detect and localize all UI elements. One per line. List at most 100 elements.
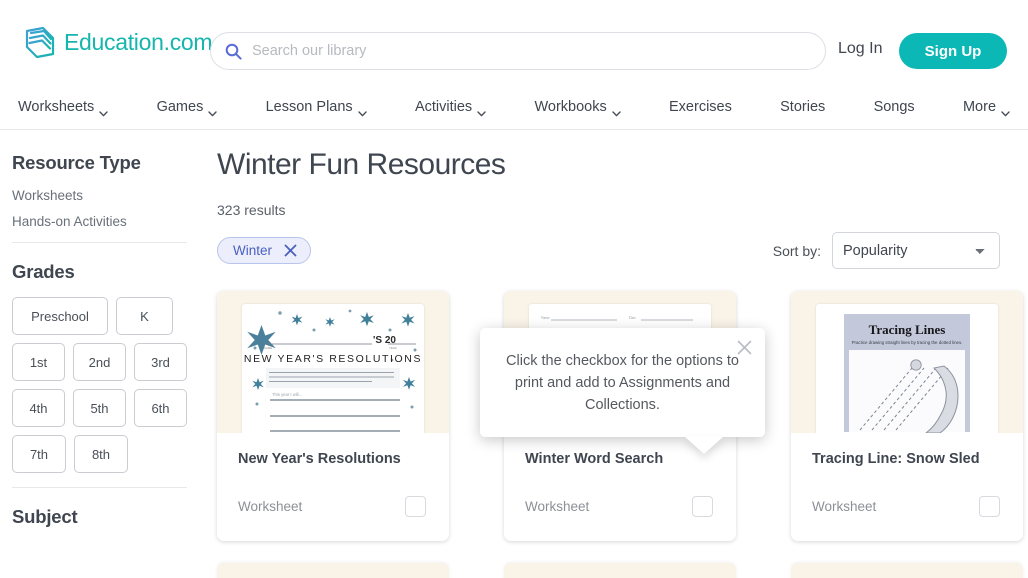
worksheet-preview-new-years: 'S 20 NAME YEAR NEW YEAR'S RESOLUTIONS T… <box>242 304 424 433</box>
checkbox-hint-tooltip: Click the checkbox for the options to pr… <box>480 328 765 454</box>
grade-filter-3rd[interactable]: 3rd <box>134 343 187 381</box>
search-icon <box>225 43 242 60</box>
card-body: Tracing Line: Snow Sled Worksheet <box>791 433 1023 541</box>
grade-filter-1st[interactable]: 1st <box>12 343 65 381</box>
sidebar-item-worksheets[interactable]: Worksheets <box>12 188 187 203</box>
nav-item-more[interactable]: More <box>962 98 1010 116</box>
nav-item-label: Lesson Plans <box>265 98 353 115</box>
result-card[interactable] <box>791 563 1023 578</box>
nav-item-label: Exercises <box>669 98 732 115</box>
grades-heading: Grades <box>12 261 75 282</box>
nav-item-label: Activities <box>414 98 473 115</box>
svg-text:Tracing Lines: Tracing Lines <box>869 322 946 337</box>
search-bar[interactable] <box>210 32 826 70</box>
card-footer: Worksheet <box>812 496 1002 518</box>
card-type-label: Worksheet <box>238 499 303 515</box>
close-icon[interactable] <box>284 244 297 257</box>
page-title: Winter Fun Resources <box>217 148 506 181</box>
signup-button[interactable]: Sign Up <box>899 33 1007 69</box>
site-header: Education.com Log In Sign Up <box>0 0 1028 84</box>
close-icon[interactable] <box>737 340 752 355</box>
result-card[interactable]: Tracing Lines Practice drawing straight … <box>791 291 1023 541</box>
tooltip-text: Click the checkbox for the options to pr… <box>506 353 739 414</box>
grade-row: 7th 8th <box>12 435 187 473</box>
grade-filter-8th[interactable]: 8th <box>74 435 128 473</box>
nav-item-workbooks[interactable]: Workbooks <box>534 98 621 116</box>
brand-name: Education.com <box>64 28 213 55</box>
nav-item-lesson-plans[interactable]: Lesson Plans <box>265 98 367 116</box>
grades-filter-group: Grades Preschool K 1st 2nd 3rd 4th 5th 6th 7th 8t… <box>12 261 187 473</box>
sort-control: Sort by: PopularityMost RecentA-ZRelevan… <box>773 232 1000 269</box>
login-link[interactable]: Log In <box>838 40 882 58</box>
card-checkbox[interactable] <box>692 496 713 518</box>
grade-filter-2nd[interactable]: 2nd <box>73 343 126 381</box>
sidebar-divider <box>12 242 187 243</box>
sidebar-divider-2 <box>12 487 187 488</box>
grade-filter-5th[interactable]: 5th <box>73 389 126 427</box>
grade-filter-6th[interactable]: 6th <box>134 389 187 427</box>
grade-filter-k[interactable]: K <box>116 297 173 335</box>
active-filter-chip-winter[interactable]: Winter <box>217 237 312 264</box>
card-title: Tracing Line: Snow Sled <box>812 451 980 467</box>
grade-filter-7th[interactable]: 7th <box>12 435 66 473</box>
active-filter-label: Winter <box>233 243 273 258</box>
site-logo[interactable]: Education.com <box>18 20 218 64</box>
svg-text:NEW YEAR'S RESOLUTIONS: NEW YEAR'S RESOLUTIONS <box>244 353 422 365</box>
chevron-down-icon <box>208 105 218 116</box>
sort-select[interactable]: PopularityMost RecentA-ZRelevance <box>832 232 1000 269</box>
card-type-label: Worksheet <box>525 499 590 515</box>
nav-item-worksheets[interactable]: Worksheets <box>18 98 108 116</box>
filter-and-sort-row: Winter Sort by: PopularityMost RecentA-Z… <box>217 232 1010 269</box>
card-type-label: Worksheet <box>812 499 877 515</box>
chevron-down-icon <box>612 105 621 116</box>
nav-item-songs[interactable]: Songs <box>874 99 915 115</box>
worksheet-preview-tracing-lines: Tracing Lines Practice drawing straight … <box>816 304 998 433</box>
results-main: Winter Fun Resources 323 results Winter … <box>205 130 1028 578</box>
nav-item-label: Stories <box>780 98 826 115</box>
resource-type-heading: Resource Type <box>12 152 141 173</box>
sidebar-item-hands-on-activities[interactable]: Hands-on Activities <box>12 214 187 229</box>
svg-text:'S 20: 'S 20 <box>373 335 396 346</box>
card-checkbox[interactable] <box>979 496 1000 518</box>
chevron-down-icon <box>99 105 108 116</box>
results-count: 323 results <box>217 202 286 218</box>
grade-filter-4th[interactable]: 4th <box>12 389 65 427</box>
card-thumbnail: Tracing Lines Practice drawing straight … <box>791 291 1023 433</box>
education-book-logo-icon <box>18 20 62 64</box>
svg-text:NAME: NAME <box>264 346 272 350</box>
grade-row: 4th 5th 6th <box>12 389 187 427</box>
card-checkbox[interactable] <box>405 496 426 518</box>
svg-text:This year I will...: This year I will... <box>272 392 302 397</box>
main-navigation: Worksheets Games Lesson Plans Activities Wor… <box>0 84 1028 130</box>
result-card[interactable] <box>504 563 736 578</box>
search-input[interactable] <box>252 43 792 59</box>
grade-row: 1st 2nd 3rd <box>12 343 187 381</box>
sort-label: Sort by: <box>772 242 821 259</box>
filters-sidebar: Resource Type Worksheets Hands-on Activi… <box>0 130 205 578</box>
card-footer: Worksheet <box>525 496 715 518</box>
nav-item-activities[interactable]: Activities <box>414 98 486 116</box>
card-thumbnail: 'S 20 NAME YEAR NEW YEAR'S RESOLUTIONS T… <box>217 291 449 433</box>
svg-text:Date: Date <box>629 316 636 320</box>
card-title: New Year's Resolutions <box>238 451 401 467</box>
nav-item-label: More <box>962 98 997 115</box>
chevron-down-icon <box>357 105 367 116</box>
nav-item-games[interactable]: Games <box>157 99 218 116</box>
nav-item-stories[interactable]: Stories <box>780 99 825 115</box>
chevron-down-icon <box>477 105 486 116</box>
chevron-down-icon <box>1001 105 1010 116</box>
result-card[interactable] <box>217 563 449 578</box>
card-footer: Worksheet <box>238 496 428 518</box>
nav-item-label: Worksheets <box>18 98 95 115</box>
svg-text:Practice drawing straight line: Practice drawing straight lines by traci… <box>852 340 963 345</box>
page-body: Resource Type Worksheets Hands-on Activi… <box>0 130 1028 578</box>
svg-text:YEAR: YEAR <box>389 346 397 350</box>
nav-item-label: Workbooks <box>534 98 607 115</box>
subject-heading: Subject <box>12 506 78 527</box>
nav-item-exercises[interactable]: Exercises <box>669 99 732 115</box>
result-card[interactable]: 'S 20 NAME YEAR NEW YEAR'S RESOLUTIONS T… <box>217 291 449 541</box>
svg-text:Name: Name <box>541 316 550 320</box>
results-grid-next-row <box>217 563 1023 578</box>
tooltip-arrow <box>684 435 724 454</box>
grade-filter-preschool[interactable]: Preschool <box>12 297 108 335</box>
